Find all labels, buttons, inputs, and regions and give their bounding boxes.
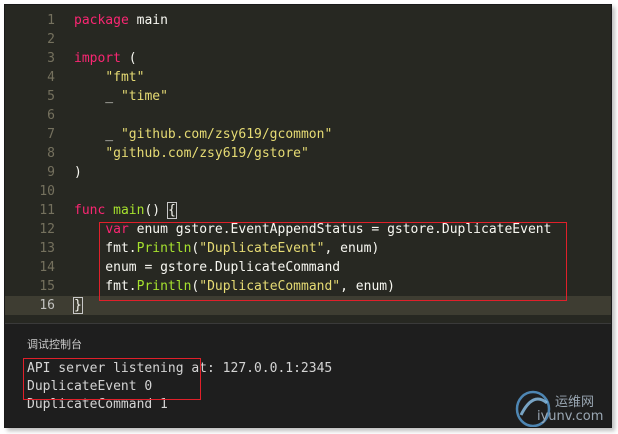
- line-number: 1: [47, 13, 55, 28]
- code-token: package: [74, 13, 129, 28]
- code-line[interactable]: 1 package main: [5, 11, 611, 30]
- line-number: 5: [47, 89, 55, 104]
- code-token: ): [74, 165, 82, 180]
- code-token: main: [113, 203, 145, 218]
- code-token: (): [144, 203, 168, 218]
- code-text: "fmt": [74, 68, 144, 87]
- code-line[interactable]: 2: [5, 30, 611, 49]
- line-number: 10: [39, 184, 55, 199]
- code-line[interactable]: 11 func main() {: [5, 201, 611, 220]
- ide-window: 1 package main 2 3 import (4 "fmt" 5 _ "time"…: [4, 4, 612, 428]
- line-number: 14: [39, 260, 55, 275]
- line-number: 11: [39, 203, 55, 218]
- line-number: 16: [39, 298, 55, 313]
- line-number: 8: [47, 146, 55, 161]
- code-text: func main() {: [74, 201, 177, 220]
- line-number: 6: [47, 108, 55, 123]
- watermark-text-bottom: iyunv.com: [537, 409, 604, 424]
- line-number: 12: [39, 222, 55, 237]
- code-token: "github.com/zsy619/gcommon": [120, 127, 333, 142]
- line-number: 15: [39, 279, 55, 294]
- console-highlight-box: [23, 358, 201, 400]
- code-line[interactable]: 8 "github.com/zsy619/gstore": [5, 144, 611, 163]
- code-token: _: [74, 127, 121, 142]
- code-line[interactable]: 5 _ "time": [5, 87, 611, 106]
- line-number: 2: [47, 32, 55, 47]
- code-text: }: [73, 296, 83, 315]
- code-line[interactable]: 9): [5, 163, 611, 182]
- line-number: 7: [47, 127, 55, 142]
- code-line[interactable]: 4 "fmt": [5, 68, 611, 87]
- code-text: _ "time": [74, 87, 168, 106]
- code-text: ): [74, 163, 82, 182]
- code-text: package main: [74, 11, 168, 30]
- watermark-logo: 运维网 iyunv.com: [513, 385, 611, 427]
- code-token: func: [74, 203, 106, 218]
- watermark-text-top: 运维网: [555, 395, 595, 410]
- code-token: (: [120, 51, 137, 66]
- code-line[interactable]: 7 _ "github.com/zsy619/gcommon": [5, 125, 611, 144]
- code-token: "github.com/zsy619/gstore": [105, 146, 309, 161]
- code-highlight-box: [99, 222, 567, 301]
- line-number: 13: [39, 241, 55, 256]
- debug-console-title: 调试控制台: [27, 338, 82, 351]
- code-token: {: [166, 202, 177, 219]
- code-token: main: [128, 13, 168, 28]
- line-number: 9: [47, 165, 55, 180]
- code-line[interactable]: 6: [5, 106, 611, 125]
- code-token: "time": [120, 89, 168, 104]
- code-token: _: [74, 89, 121, 104]
- code-text: _ "github.com/zsy619/gcommon": [74, 125, 332, 144]
- code-line[interactable]: 3 import (: [5, 49, 611, 68]
- code-text: import (: [74, 49, 137, 68]
- code-token: }: [73, 297, 83, 314]
- code-line[interactable]: 10: [5, 182, 611, 201]
- line-number: 3: [47, 51, 55, 66]
- code-text: "github.com/zsy619/gstore": [74, 144, 309, 163]
- code-token: "fmt": [105, 70, 145, 85]
- line-number: 4: [47, 70, 55, 85]
- code-token: import: [74, 51, 121, 66]
